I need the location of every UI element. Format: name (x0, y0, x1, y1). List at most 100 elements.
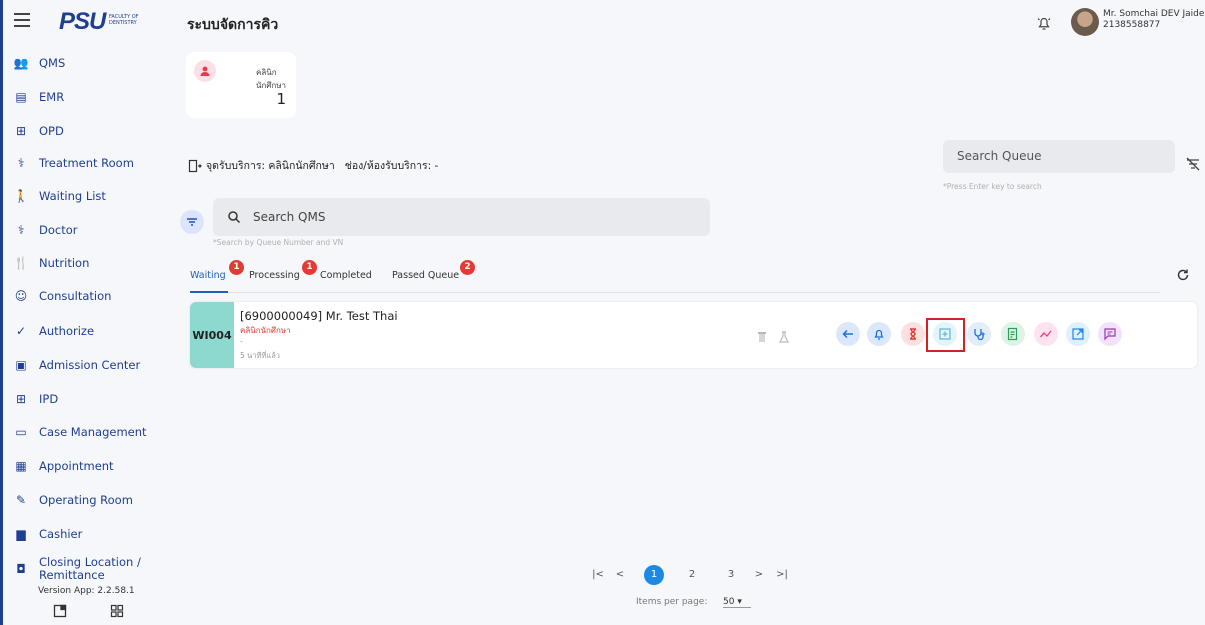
sidebar-item-treatment-room[interactable]: ⚕ Treatment Room (13, 151, 134, 175)
avatar[interactable] (1071, 8, 1099, 36)
emr-icon: ▤ (15, 90, 27, 104)
queue-number: WI004 (190, 302, 234, 368)
fork-knife-icon: 🍴 (13, 256, 29, 270)
document-icon (1007, 327, 1018, 341)
grid-icon[interactable] (110, 604, 124, 618)
page-3-button[interactable]: 3 (721, 565, 741, 585)
hourglass-icon (910, 328, 916, 340)
back-button[interactable] (836, 322, 860, 346)
next-page-button[interactable]: > (749, 565, 769, 585)
sidebar-item-label: Closing Location / Remittance (39, 555, 141, 582)
app-version: Version App: 2.2.58.1 (38, 586, 135, 596)
trend-button[interactable] (1034, 322, 1058, 346)
room-label: ช่อง/ห้องรับบริการ: - (344, 160, 439, 172)
queue-row[interactable]: WI004 [6900000049] Mr. Test Thai คลินิกน… (190, 302, 1197, 368)
sidebar-item-closing-location-remittance[interactable]: ◘ Closing Location / Remittance (13, 555, 149, 582)
back-icon (842, 329, 853, 339)
filter-icon (187, 218, 197, 226)
highlight-box (926, 318, 965, 352)
sidebar-item-label: IPD (39, 392, 59, 406)
sidebar-item-label: Doctor (39, 223, 78, 237)
patient-name: [6900000049] Mr. Test Thai (240, 309, 398, 323)
sidebar-item-qms[interactable]: 👥 QMS (13, 51, 66, 75)
user-id: 2138558877 (1103, 20, 1161, 30)
window-icon[interactable] (53, 604, 67, 618)
top-bar: PSU FACULTY OF DENTISTRY ระบบจัดการคิว M… (3, 0, 1205, 46)
person-icon (194, 60, 216, 82)
sidebar-item-opd[interactable]: ⊞ OPD (13, 119, 64, 143)
passed-count-badge: 2 (460, 260, 475, 275)
scalpel-icon: ✎ (15, 493, 27, 507)
tab-waiting[interactable]: Waiting (190, 270, 226, 281)
sidebar-item-case-management[interactable]: ▭ Case Management (13, 420, 147, 444)
sidebar-item-authorize[interactable]: ✓ Authorize (13, 319, 94, 343)
logo: PSU FACULTY OF DENTISTRY (59, 8, 139, 35)
door-enter-icon (188, 159, 202, 172)
notification-bell-icon[interactable] (1035, 14, 1053, 32)
document-button[interactable] (1001, 322, 1025, 346)
sidebar-item-label: EMR (39, 90, 65, 104)
sidebar-item-label: Treatment Room (39, 156, 134, 170)
stat-value: 1 (276, 90, 286, 108)
message-icon (1104, 328, 1116, 341)
sidebar-item-label: Admission Center (39, 358, 141, 372)
sidebar-item-nutrition[interactable]: 🍴 Nutrition (13, 251, 90, 275)
menu-icon[interactable] (14, 13, 30, 27)
search-icon (228, 211, 241, 224)
sidebar-item-emr[interactable]: ▤ EMR (13, 85, 64, 109)
clinic-name: คลินิกนักศึกษา (240, 326, 291, 335)
first-page-button[interactable]: |< (588, 565, 608, 585)
sidebar-item-label: Case Management (39, 425, 147, 439)
case-icon: ▭ (15, 425, 27, 439)
tab-completed[interactable]: Completed (320, 270, 372, 281)
queue-detail: - (240, 337, 243, 346)
sidebar-item-label: Appointment (39, 459, 114, 473)
sidebar-item-ipd[interactable]: ⊞ IPD (13, 387, 58, 411)
search-qms-placeholder: Search QMS (253, 210, 326, 224)
open-external-button[interactable] (1066, 322, 1090, 346)
sidebar-item-label: OPD (39, 124, 64, 138)
treatment-icon: ⚕ (17, 156, 25, 170)
tab-processing[interactable]: Processing (249, 270, 300, 281)
sidebar-item-label: Nutrition (39, 256, 90, 270)
stethoscope-icon: ⚕ (17, 223, 25, 237)
tab-divider (190, 292, 1160, 293)
sidebar-item-label: QMS (39, 56, 66, 70)
user-name: Mr. Somchai DEV Jaide (1103, 9, 1205, 19)
trend-icon (1039, 330, 1052, 338)
page-1-button[interactable]: 1 (644, 565, 664, 585)
service-point-label: จุดรับบริการ: คลินิกนักศึกษา (206, 160, 335, 172)
filter-off-icon[interactable] (1185, 157, 1201, 171)
sidebar-item-label: Waiting List (39, 189, 106, 203)
items-per-page-label: Items per page: (636, 597, 708, 607)
calendar-icon: ▦ (15, 459, 27, 473)
consultation-icon: ☺ (14, 289, 28, 303)
items-per-page-select[interactable]: 50 ▾ (723, 597, 751, 608)
money-icon: ◘ (16, 562, 26, 576)
sidebar: 👥 QMS ▤ EMR ⊞ OPD ⚕ Treatment Room 🚶 Waiting List… (3, 46, 173, 625)
hourglass-button[interactable] (901, 322, 925, 346)
sidebar-item-label: Operating Room (39, 493, 133, 507)
tab-passed-queue[interactable]: Passed Queue (392, 270, 459, 281)
search-qms-input[interactable]: Search QMS (213, 198, 710, 236)
sidebar-item-consultation[interactable]: ☺ Consultation (13, 284, 112, 308)
sidebar-item-appointment[interactable]: ▦ Appointment (13, 454, 114, 478)
sidebar-item-operating-room[interactable]: ✎ Operating Room (13, 488, 133, 512)
prev-page-button[interactable]: < (610, 565, 630, 585)
search-queue-input[interactable]: Search Queue (943, 140, 1175, 173)
processing-count-badge: 1 (302, 260, 317, 275)
sidebar-item-admission-center[interactable]: ▣ Admission Center (13, 353, 140, 377)
last-page-button[interactable]: >| (772, 565, 792, 585)
sidebar-item-waiting-list[interactable]: 🚶 Waiting List (13, 184, 106, 208)
message-button[interactable] (1098, 322, 1122, 346)
bell-icon (874, 329, 884, 340)
sidebar-item-doctor[interactable]: ⚕ Doctor (13, 218, 78, 242)
bell-button[interactable] (867, 322, 891, 346)
refresh-icon[interactable] (1176, 268, 1190, 282)
sidebar-item-label: Cashier (39, 527, 83, 541)
sidebar-item-cashier[interactable]: ▆ Cashier (13, 522, 82, 546)
shield-check-icon: ✓ (15, 324, 27, 338)
page-2-button[interactable]: 2 (682, 565, 702, 585)
filter-button[interactable] (180, 210, 204, 234)
stethoscope-button[interactable] (967, 322, 991, 346)
